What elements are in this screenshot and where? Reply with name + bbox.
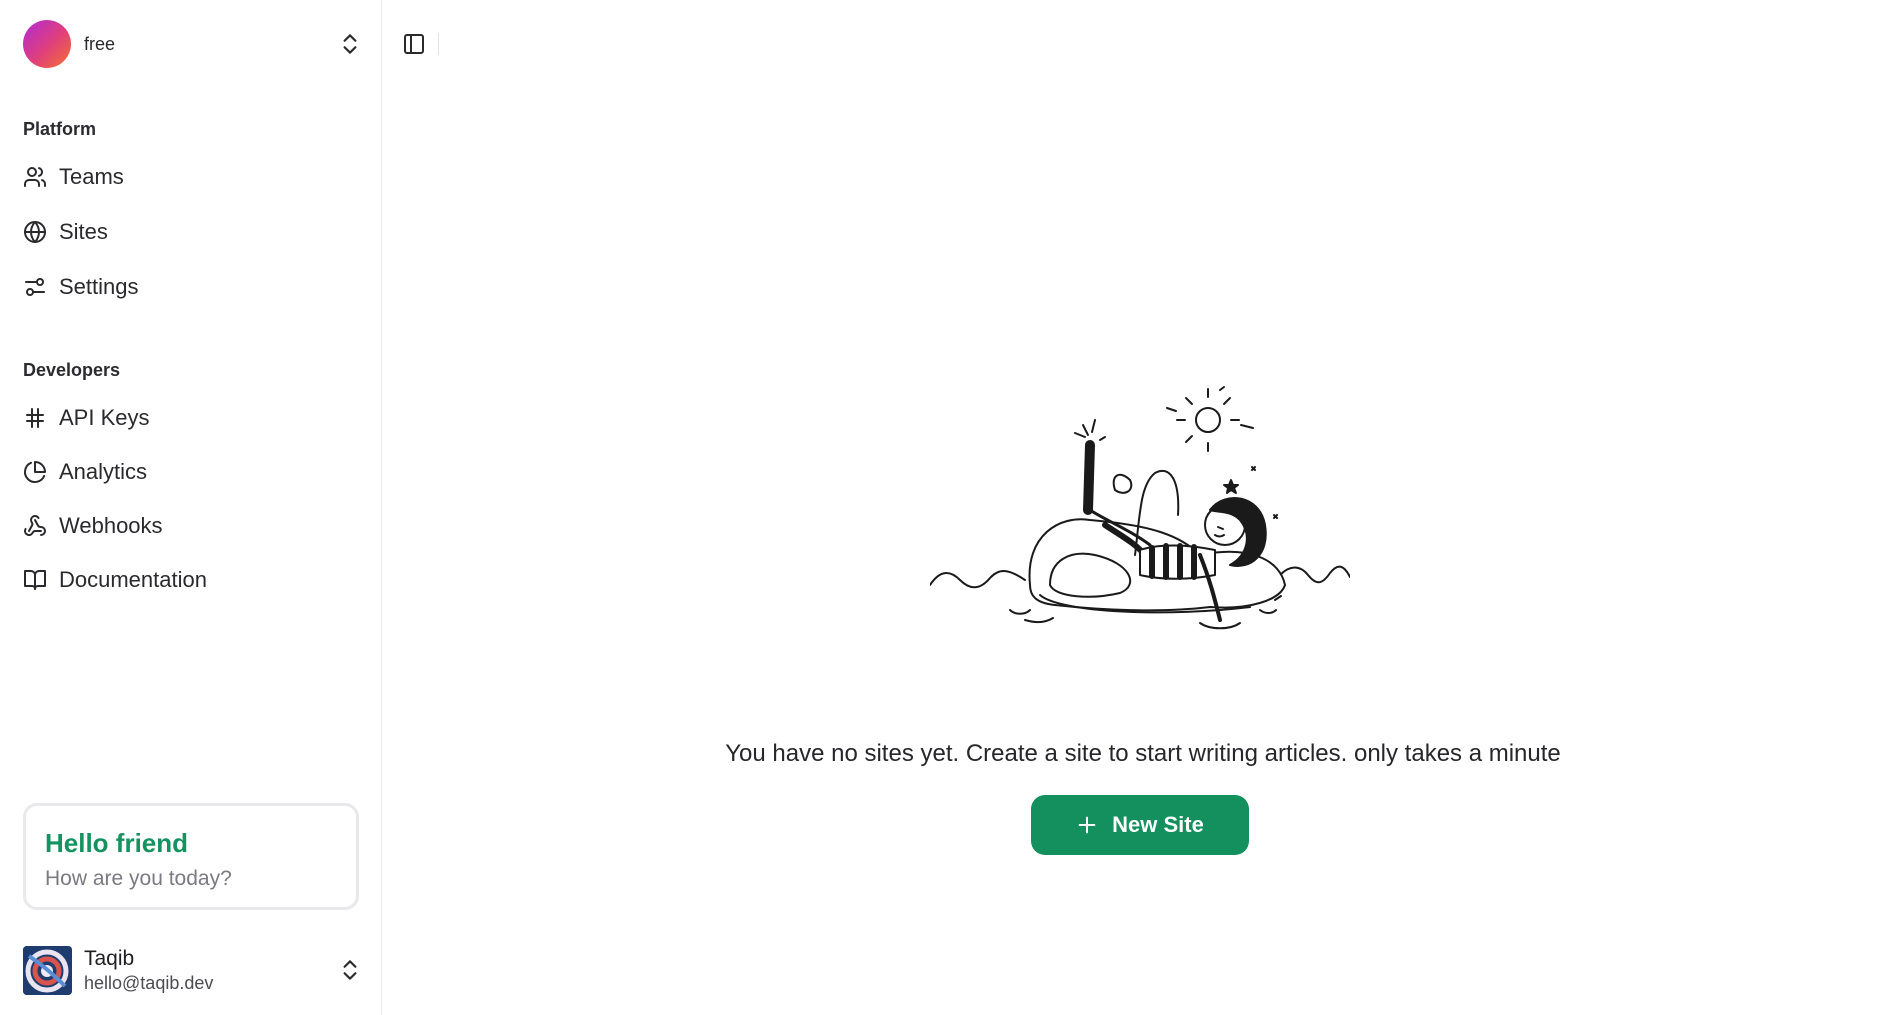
team-switcher[interactable]: free <box>23 19 363 69</box>
sidebar-item-label: Sites <box>59 219 108 244</box>
globe-icon <box>23 220 47 244</box>
chevrons-up-down-icon <box>337 31 363 57</box>
user-name: Taqib <box>84 946 135 970</box>
new-site-button-label: New Site <box>1112 812 1204 837</box>
toolbar-divider <box>438 33 439 55</box>
sidebar-toggle-button[interactable] <box>402 32 426 56</box>
plus-icon <box>1076 814 1098 836</box>
sidebar-item-label: Webhooks <box>59 513 163 538</box>
chevrons-up-down-icon <box>337 957 363 983</box>
sidebar-item-sites[interactable]: Sites <box>23 211 359 253</box>
sliders-icon <box>23 275 47 299</box>
sidebar-item-documentation[interactable]: Documentation <box>23 559 359 601</box>
hello-card-subtitle: How are you today? <box>45 867 232 890</box>
book-open-icon <box>23 568 47 592</box>
sidebar-item-label: Teams <box>59 164 124 189</box>
sidebar: free Platform Teams Sites Settings Devel… <box>0 0 382 1015</box>
sidebar-item-api-keys[interactable]: API Keys <box>23 397 359 439</box>
new-site-button[interactable]: New Site <box>1031 795 1249 855</box>
sidebar-item-webhooks[interactable]: Webhooks <box>23 505 359 547</box>
team-name: free <box>84 33 116 54</box>
empty-state-illustration <box>929 385 1351 635</box>
sidebar-item-label: Documentation <box>59 567 207 592</box>
hello-card: Hello friend How are you today? <box>23 803 359 910</box>
empty-state-message: You have no sites yet. Create a site to … <box>725 740 1561 767</box>
platform-group-label: Platform <box>23 119 97 139</box>
user-switcher[interactable]: Taqib hello@taqib.dev <box>23 945 363 995</box>
sidebar-item-label: Analytics <box>59 459 148 484</box>
pie-chart-icon <box>23 460 47 484</box>
sidebar-item-label: Settings <box>59 274 139 299</box>
panel-left-icon <box>402 34 426 60</box>
sidebar-item-analytics[interactable]: Analytics <box>23 451 359 493</box>
users-icon <box>23 165 47 189</box>
sidebar-item-settings[interactable]: Settings <box>23 266 359 308</box>
sidebar-item-teams[interactable]: Teams <box>23 156 359 198</box>
user-email: hello@taqib.dev <box>84 972 214 993</box>
hello-card-title: Hello friend <box>45 828 189 858</box>
hash-icon <box>23 406 47 430</box>
webhook-icon <box>23 514 47 538</box>
team-logo <box>23 20 71 68</box>
developers-group-label: Developers <box>23 360 121 380</box>
avatar <box>23 945 72 995</box>
sidebar-item-label: API Keys <box>59 405 150 430</box>
